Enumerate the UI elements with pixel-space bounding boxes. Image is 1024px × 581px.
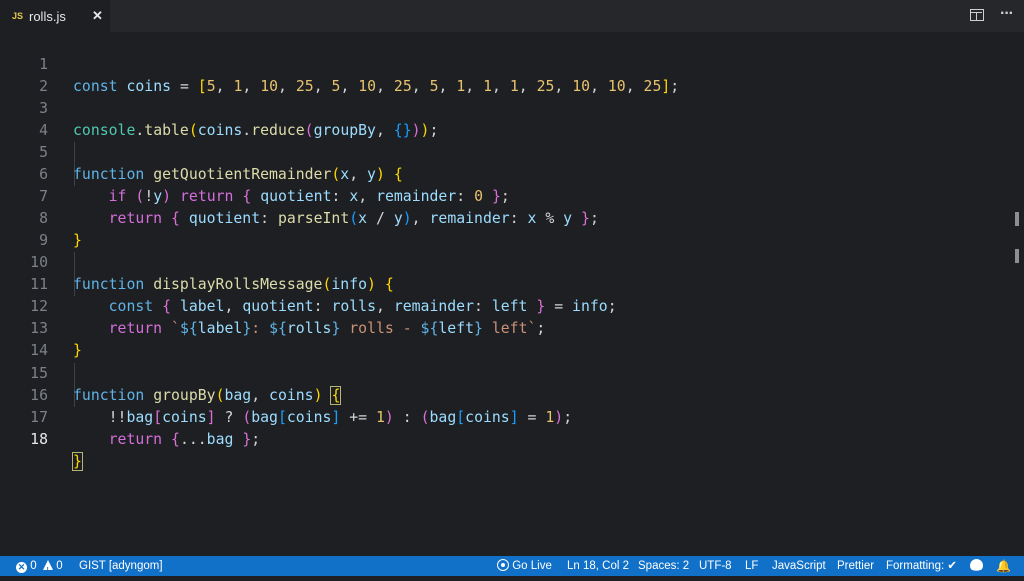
tab-label: rolls.js	[29, 8, 66, 24]
go-live-label: Go Live	[512, 560, 552, 572]
split-editor-icon[interactable]	[970, 9, 984, 21]
code-line: 12 return `${label}: ${rolls} rolls - ${…	[0, 274, 1000, 337]
smiley-icon	[970, 556, 983, 576]
bell-icon: 🔔	[996, 559, 1011, 573]
code-line: 16 !!bag[coins] ? (bag[coins] += 1) : (b…	[0, 363, 1000, 426]
javascript-file-icon: JS	[12, 11, 24, 21]
line-number: 18	[30, 431, 48, 448]
overview-ruler-marker	[1015, 212, 1019, 226]
warning-icon	[43, 560, 53, 581]
code-line: 6 if (!y) return { quotient: x, remainde…	[0, 142, 1000, 205]
feedback-button[interactable]	[970, 556, 983, 576]
formatting-status[interactable]: Formatting: ✔	[886, 556, 957, 576]
code-line: 18 }	[0, 407, 1000, 471]
line-content: return {...bag };	[108, 431, 261, 448]
code-line: 13 }	[0, 296, 1000, 359]
gist-status[interactable]: GIST [adyngom]	[79, 556, 163, 576]
line-content: }	[72, 452, 83, 471]
warning-count: 0	[56, 560, 63, 572]
editor-tab-rolls-js[interactable]: JS rolls.js ✕	[0, 0, 110, 32]
error-count: 0	[30, 560, 37, 572]
tab-bar: JS rolls.js ✕ ···	[0, 0, 1024, 32]
code-line: 10 function displayRollsMessage(info) {	[0, 230, 1000, 293]
error-icon: ✕	[16, 562, 27, 573]
code-line: 9	[0, 208, 1000, 249]
code-line: 17 return {...bag };	[0, 385, 1000, 448]
encoding-status[interactable]: UTF-8	[699, 556, 732, 576]
code-line: 4	[0, 98, 1000, 139]
code-line: 5 function getQuotientRemainder(x, y) {	[0, 120, 1000, 183]
code-line: 11 const { label, quotient: rolls, remai…	[0, 252, 1000, 315]
cursor-position[interactable]: Ln 18, Col 2	[567, 556, 629, 576]
code-line: 15 function groupBy(bag, coins) {	[0, 341, 1000, 405]
code-line: 1 const coins = [5, 1, 10, 25, 5, 10, 25…	[0, 32, 1000, 95]
eol-status[interactable]: LF	[745, 556, 758, 576]
code-editor[interactable]: 1 const coins = [5, 1, 10, 25, 5, 10, 25…	[0, 32, 1024, 556]
language-mode[interactable]: JavaScript	[772, 556, 826, 576]
code-line: 7 return { quotient: parseInt(x / y), re…	[0, 164, 1000, 227]
code-line: 14	[0, 318, 1000, 359]
broadcast-icon	[497, 559, 509, 571]
status-bar: ✕ 0 0 GIST [adyngom] Go Live Ln 18, Col …	[0, 556, 1024, 581]
code-line: 2	[0, 54, 1000, 95]
more-actions-icon[interactable]: ···	[1000, 5, 1014, 23]
close-icon[interactable]: ✕	[92, 8, 103, 24]
indentation-status[interactable]: Spaces: 2	[638, 556, 689, 576]
code-line: 8 }	[0, 186, 1000, 249]
notifications-button[interactable]: 🔔	[996, 556, 1011, 576]
problems-indicator[interactable]: ✕ 0 0	[16, 556, 63, 581]
code-line: 3 console.table(coins.reduce(groupBy, {}…	[0, 76, 1000, 139]
go-live-button[interactable]: Go Live	[497, 556, 552, 576]
prettier-status[interactable]: Prettier	[837, 556, 874, 576]
overview-ruler-marker	[1015, 249, 1019, 263]
